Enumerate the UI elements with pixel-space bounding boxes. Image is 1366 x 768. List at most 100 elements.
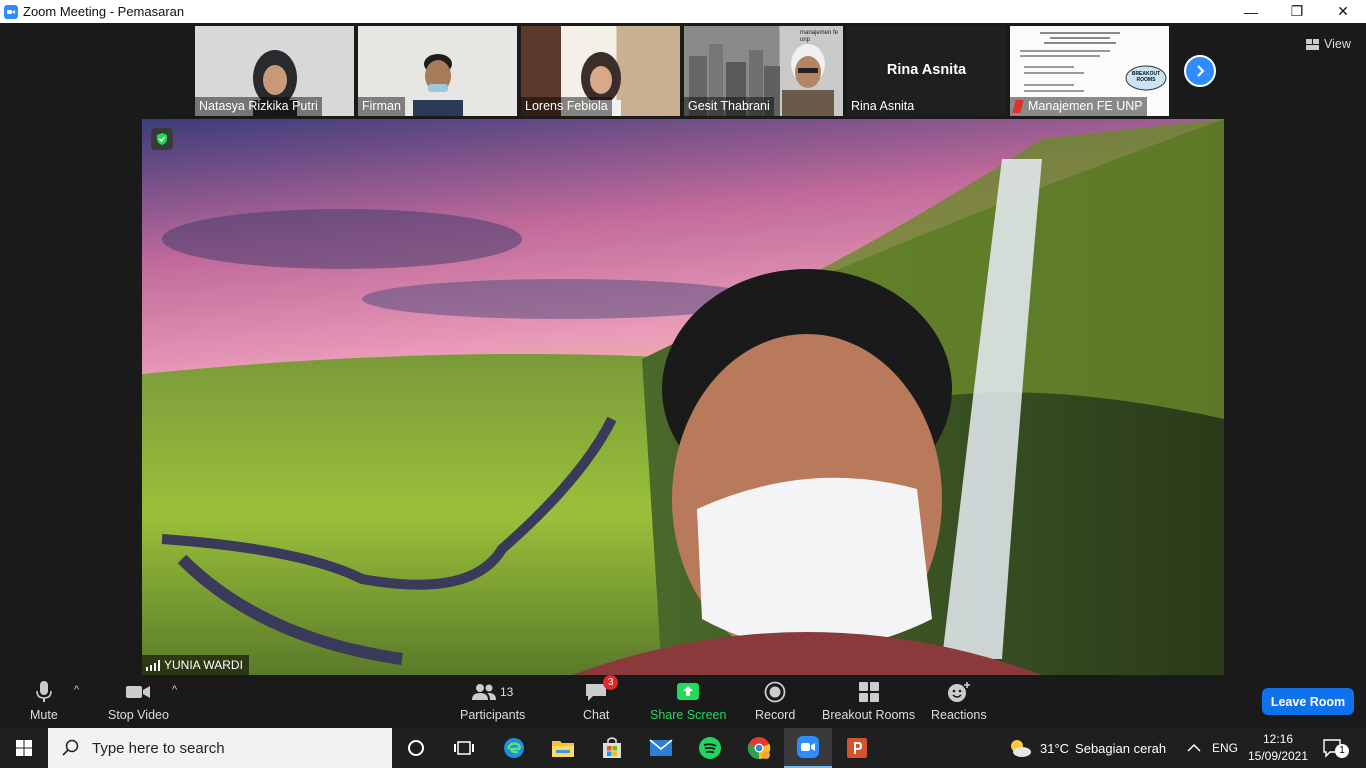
microsoft-store-app[interactable] — [588, 728, 636, 768]
video-options-chevron-icon[interactable]: ^ — [172, 684, 177, 696]
active-speaker-video: YUNIA WARDI — [142, 119, 1224, 675]
participant-name: Lorens Febiola — [521, 97, 612, 116]
window-title: Zoom Meeting - Pemasaran — [23, 4, 185, 19]
zoom-app-icon — [4, 4, 18, 19]
task-view-icon — [454, 741, 474, 755]
stop-video-button[interactable]: Stop Video — [108, 680, 169, 722]
mute-button[interactable]: Mute — [30, 680, 58, 722]
spotify-app[interactable] — [686, 728, 734, 768]
cortana-button[interactable] — [392, 728, 440, 768]
notification-count: 1 — [1335, 744, 1349, 758]
store-bag-icon — [603, 737, 621, 758]
participants-icon: 13 — [471, 680, 514, 704]
minimize-icon: — — [1244, 3, 1258, 20]
start-button[interactable] — [0, 728, 48, 768]
windows-logo-icon — [16, 740, 32, 756]
speaker-name: YUNIA WARDI — [164, 658, 243, 672]
language-label: ENG — [1212, 741, 1239, 755]
minimize-button[interactable]: — — [1228, 0, 1274, 23]
chat-icon: 3 — [584, 675, 619, 704]
participant-name-text: Manajemen FE UNP — [1028, 99, 1143, 113]
participants-count: 13 — [499, 685, 514, 699]
show-hidden-icons-button[interactable] — [1187, 728, 1201, 768]
system-clock[interactable]: 12:16 15/09/2021 — [1245, 731, 1311, 765]
chat-button[interactable]: 3 Chat — [583, 675, 619, 722]
participant-name: Rina Asnita — [851, 99, 915, 113]
weather-widget[interactable]: 31°C Sebagian cerah — [1008, 728, 1166, 768]
gallery-strip: Natasya Rizkika Putri Firman Lorens Febi… — [195, 26, 1169, 116]
language-indicator[interactable]: ENG — [1212, 728, 1238, 768]
background-text: manajemen fe unp — [800, 30, 839, 43]
participant-tile[interactable]: Lorens Febiola — [521, 26, 680, 116]
participant-tile[interactable]: Rina Asnita Rina Asnita — [847, 26, 1006, 116]
file-explorer-app[interactable] — [539, 728, 587, 768]
spotify-icon — [699, 737, 721, 759]
security-shield-icon[interactable] — [151, 128, 173, 150]
speaker-name-tag: YUNIA WARDI — [142, 655, 249, 675]
notifications-button[interactable]: 1 — [1322, 728, 1349, 768]
breakout-rooms-icon — [858, 680, 880, 704]
participant-tile[interactable]: Natasya Rizkika Putri — [195, 26, 354, 116]
chevron-right-icon — [1197, 65, 1205, 77]
meeting-stage: Natasya Rizkika Putri Firman Lorens Febi… — [0, 23, 1366, 675]
cortana-circle-icon — [408, 740, 424, 756]
chat-label: Chat — [583, 708, 610, 722]
powerpoint-icon — [847, 738, 867, 758]
reactions-button[interactable]: Reactions — [931, 680, 987, 722]
participant-tile[interactable]: Firman — [358, 26, 517, 116]
task-view-button[interactable] — [440, 728, 488, 768]
participant-name: Natasya Rizkika Putri — [195, 97, 322, 116]
view-label: View — [1324, 37, 1351, 51]
audio-options-chevron-icon[interactable]: ^ — [74, 684, 79, 696]
restore-button[interactable]: ❐ — [1274, 0, 1320, 23]
powerpoint-app[interactable] — [833, 728, 881, 768]
taskbar-search-box[interactable]: Type here to search — [48, 728, 392, 768]
reactions-label: Reactions — [931, 708, 987, 722]
partly-sunny-icon — [1011, 740, 1031, 757]
leave-room-label: Leave Room — [1270, 694, 1346, 709]
edge-app[interactable] — [490, 728, 538, 768]
stop-video-label: Stop Video — [108, 708, 169, 722]
mail-app[interactable] — [637, 728, 685, 768]
search-placeholder: Type here to search — [92, 739, 225, 757]
participant-avatar-name: Rina Asnita — [886, 62, 967, 78]
chat-unread-badge: 3 — [603, 675, 619, 690]
close-icon: ✕ — [1337, 3, 1349, 19]
signal-strength-icon — [146, 659, 160, 671]
clock-time: 12:16 — [1262, 732, 1294, 746]
grid-view-icon — [1306, 38, 1319, 50]
next-page-button[interactable] — [1184, 55, 1216, 87]
clock-date: 15/09/2021 — [1247, 749, 1309, 763]
virtual-background — [142, 119, 1224, 675]
weather-temperature: 31°C — [1040, 740, 1070, 756]
participant-video — [412, 54, 463, 116]
chrome-app[interactable] — [735, 728, 783, 768]
zoom-app[interactable] — [784, 728, 832, 768]
edge-icon — [504, 738, 524, 758]
participant-tile[interactable]: BREAKOUT ROOMS Manajemen FE UNP — [1010, 26, 1169, 116]
chrome-icon — [747, 737, 771, 760]
participants-button[interactable]: 13 Participants — [460, 680, 525, 722]
participant-name: Firman — [358, 97, 405, 116]
search-icon — [62, 739, 79, 756]
record-icon — [764, 680, 786, 704]
close-button[interactable]: ✕ — [1320, 0, 1366, 23]
share-screen-icon — [676, 680, 700, 704]
windows-taskbar: Type here to search 31°C Sebagian cerah … — [0, 728, 1366, 768]
participants-label: Participants — [460, 708, 526, 722]
share-screen-label: Share Screen — [650, 708, 727, 722]
record-label: Record — [755, 708, 796, 722]
record-button[interactable]: Record — [755, 680, 795, 722]
share-screen-button[interactable]: Share Screen — [650, 680, 726, 722]
participant-tile[interactable]: manajemen fe unp Gesit Thabrani — [684, 26, 843, 116]
microphone-icon — [36, 680, 52, 704]
view-button[interactable]: View — [1306, 34, 1351, 54]
leave-room-button[interactable]: Leave Room — [1262, 688, 1354, 715]
chevron-up-icon — [1187, 743, 1201, 752]
meeting-toolbar: Mute ^ Stop Video ^ 13 Participants 3 Ch… — [0, 675, 1366, 728]
participant-name: Gesit Thabrani — [684, 97, 774, 116]
zoom-icon — [797, 736, 819, 758]
video-camera-icon — [125, 680, 151, 704]
breakout-rooms-button[interactable]: Breakout Rooms — [822, 680, 915, 722]
restore-icon: ❐ — [1290, 3, 1304, 19]
